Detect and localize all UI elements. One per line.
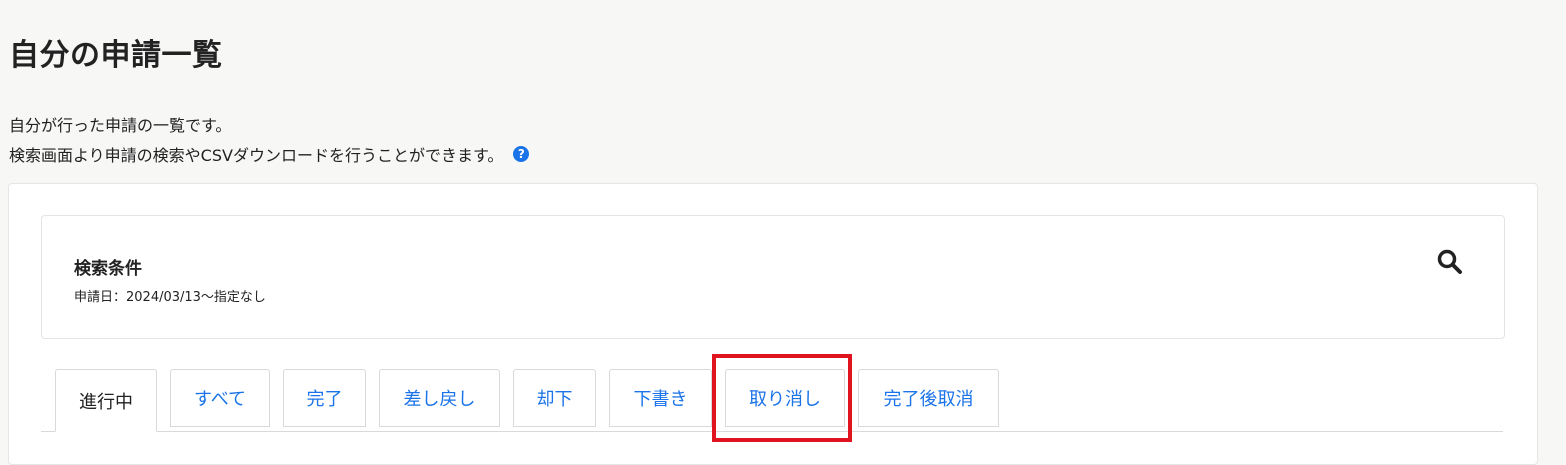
search-icon[interactable]: [1436, 248, 1464, 276]
tab-completed[interactable]: 完了: [283, 369, 366, 427]
tab-all[interactable]: すべて: [170, 369, 270, 427]
status-tabs: 進行中 すべて 完了 差し戻し 却下 下書き 取り消し 完了後取消: [41, 369, 1503, 432]
page-description-line1: 自分が行った申請の一覧です。: [9, 116, 232, 135]
search-conditions-title: 検索条件: [74, 259, 142, 279]
tab-cancelled-after-completion[interactable]: 完了後取消: [858, 369, 999, 427]
tab-draft[interactable]: 下書き: [609, 369, 712, 427]
main-card: 検索条件 申請日：2024/03/13～指定なし 進行中 すべて 完了 差し戻し…: [8, 183, 1538, 465]
help-icon[interactable]: ?: [513, 146, 530, 162]
page-description-line2: 検索画面より申請の検索やCSVダウンロードを行うことができます。: [9, 146, 504, 165]
page-description-line2-row: 検索画面より申請の検索やCSVダウンロードを行うことができます。 ?: [9, 142, 530, 166]
page-title: 自分の申請一覧: [9, 38, 223, 73]
search-conditions-summary: 申請日：2024/03/13～指定なし: [74, 290, 266, 305]
tab-returned[interactable]: 差し戻し: [379, 369, 500, 427]
search-conditions-panel[interactable]: 検索条件 申請日：2024/03/13～指定なし: [41, 215, 1505, 339]
tab-in-progress[interactable]: 進行中: [55, 369, 157, 432]
tab-rejected[interactable]: 却下: [513, 369, 596, 427]
tab-cancelled[interactable]: 取り消し: [725, 369, 845, 427]
